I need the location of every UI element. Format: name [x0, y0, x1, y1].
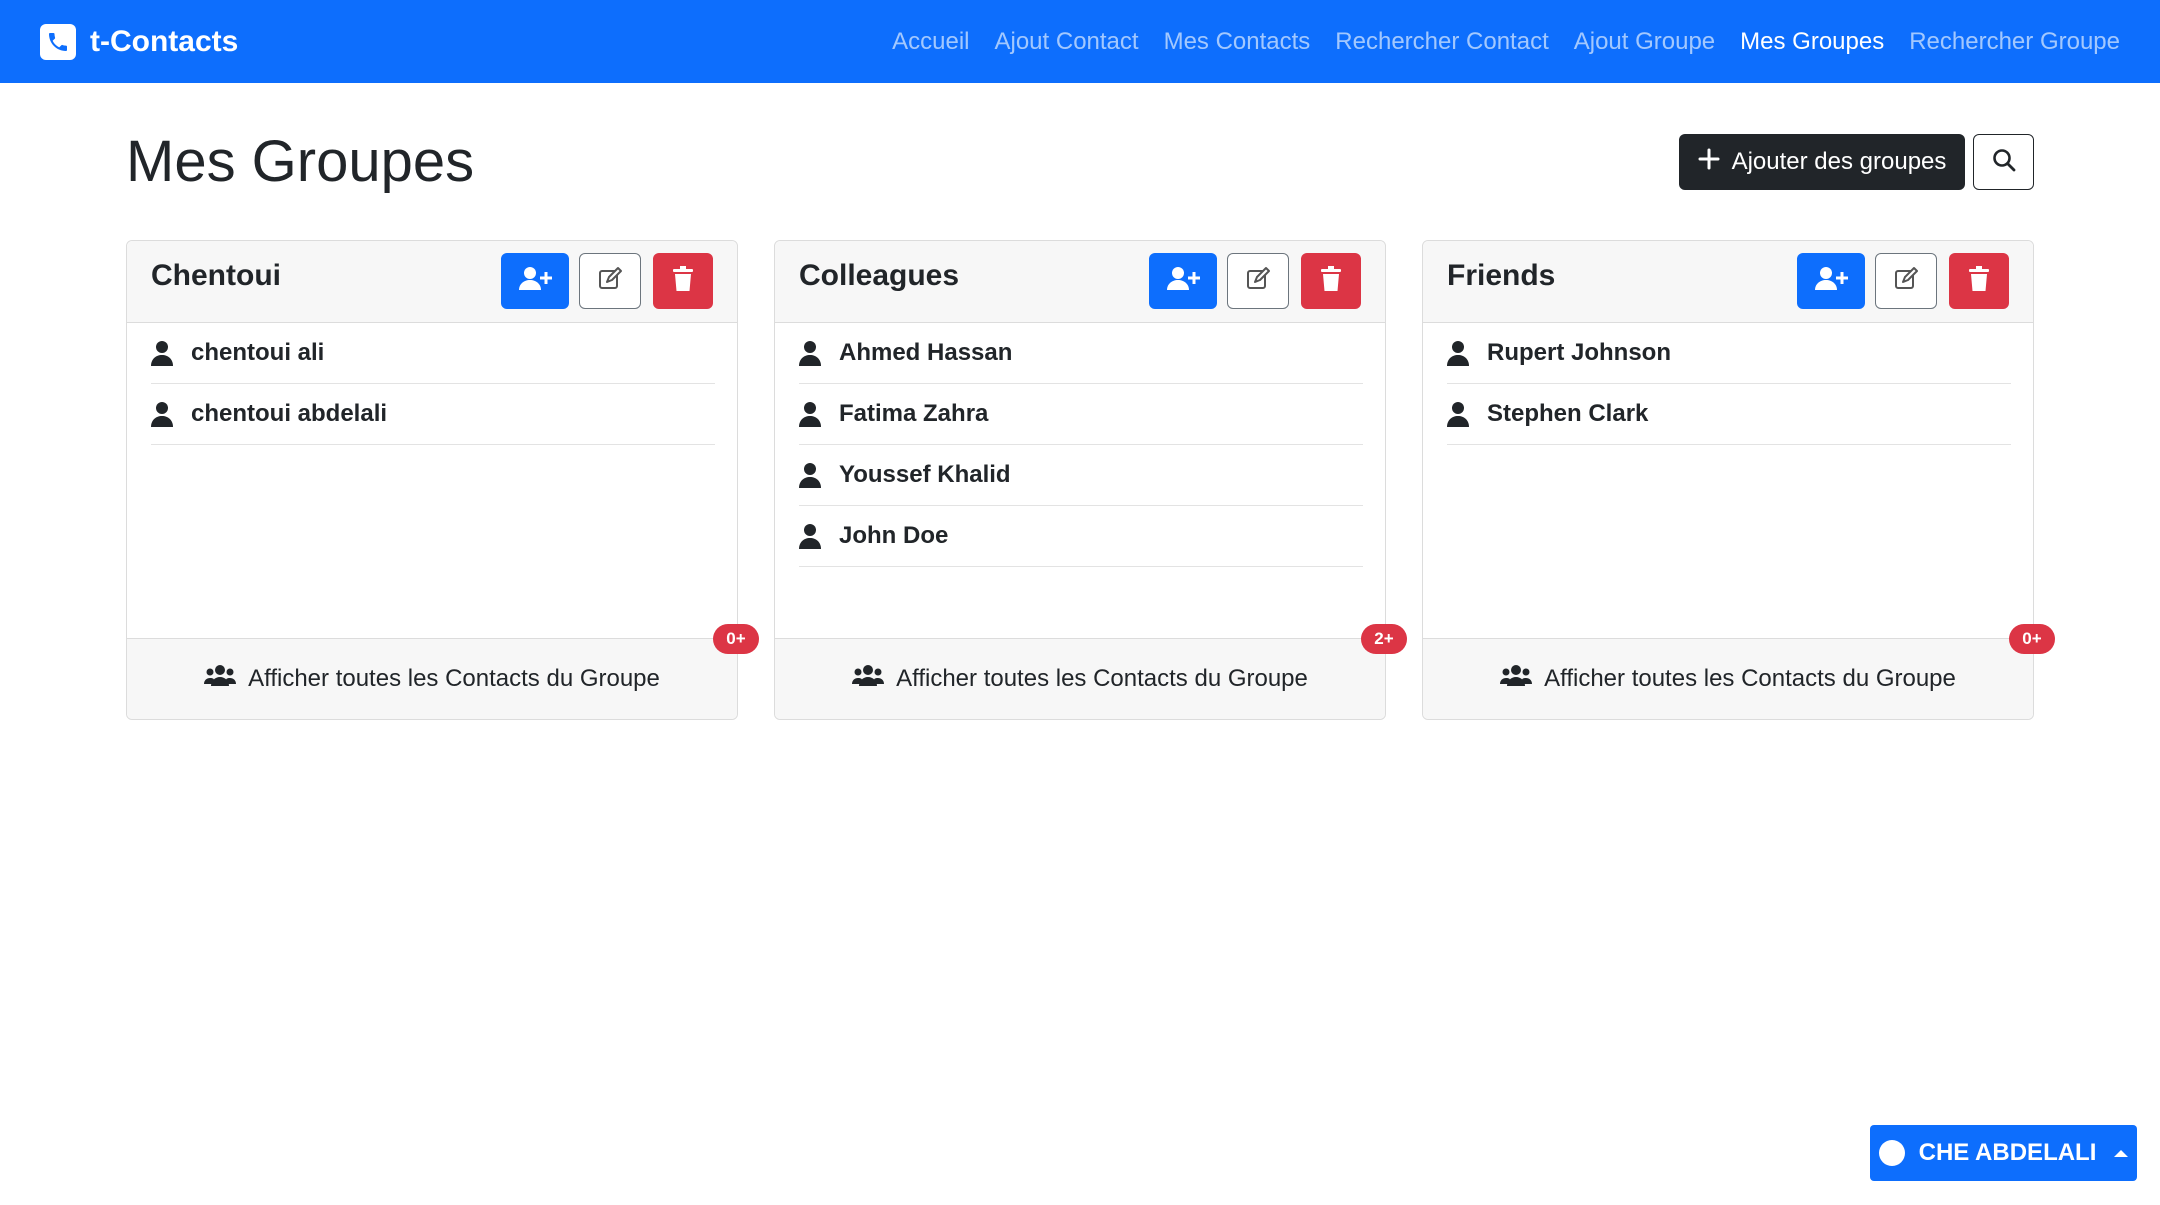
member-item[interactable]: Youssef Khalid — [799, 445, 1363, 506]
user-icon — [799, 340, 821, 366]
member-item[interactable]: chentoui abdelali — [151, 384, 715, 445]
member-name: Fatima Zahra — [839, 400, 989, 427]
edit-icon — [1893, 266, 1919, 297]
user-icon — [799, 462, 821, 488]
add-member-button[interactable] — [501, 253, 569, 309]
edit-group-button[interactable] — [1227, 253, 1289, 309]
nav-mes-contacts[interactable]: Mes Contacts — [1164, 28, 1311, 56]
delete-group-button[interactable] — [1949, 253, 2009, 309]
edit-icon — [597, 266, 623, 297]
user-plus-icon — [518, 266, 552, 297]
show-all-contacts-link[interactable]: Afficher toutes les Contacts du Groupe — [775, 638, 1385, 719]
group-card: Chentoui chentoui ali chentoui abdelali Aff… — [126, 240, 738, 720]
user-icon — [799, 401, 821, 427]
user-menu-button[interactable]: CHE ABDELALI — [1870, 1125, 2137, 1181]
nav-ajout-contact[interactable]: Ajout Contact — [994, 28, 1138, 56]
count-badge: 0+ — [2009, 624, 2055, 654]
show-all-contacts-link[interactable]: Afficher toutes les Contacts du Groupe — [127, 638, 737, 719]
user-icon — [151, 401, 173, 427]
member-name: Youssef Khalid — [839, 461, 1011, 488]
top-navbar: t-Contacts Accueil Ajout Contact Mes Con… — [0, 0, 2160, 83]
group-title: Colleagues — [799, 259, 960, 292]
nav-mes-groupes[interactable]: Mes Groupes — [1740, 28, 1884, 56]
users-icon — [852, 664, 885, 695]
member-item[interactable]: Rupert Johnson — [1447, 323, 2011, 384]
member-name: chentoui abdelali — [191, 400, 388, 427]
member-item[interactable]: chentoui ali — [151, 323, 715, 384]
user-icon — [1447, 340, 1469, 366]
add-groups-label: Ajouter des groupes — [1731, 148, 1947, 175]
member-name: Rupert Johnson — [1487, 339, 1671, 366]
phone-icon — [40, 23, 76, 60]
show-all-contacts-link[interactable]: Afficher toutes les Contacts du Groupe — [1423, 638, 2033, 719]
nav-rechercher-groupe[interactable]: Rechercher Groupe — [1909, 28, 2120, 56]
group-card-header: Colleagues — [775, 241, 1385, 323]
member-item[interactable]: Stephen Clark — [1447, 384, 2011, 445]
delete-group-button[interactable] — [1301, 253, 1361, 309]
nav-ajout-groupe[interactable]: Ajout Groupe — [1574, 28, 1715, 56]
edit-group-button[interactable] — [579, 253, 641, 309]
user-avatar-icon — [1878, 1140, 1905, 1166]
plus-icon — [1698, 148, 1720, 177]
group-card: Friends Rupert Johnson Stephen Clark Affich… — [1422, 240, 2034, 720]
show-all-contacts-label: Afficher toutes les Contacts du Groupe — [248, 665, 660, 692]
edit-icon — [1245, 266, 1271, 297]
search-icon — [1991, 147, 2017, 178]
brand-name: t-Contacts — [90, 24, 239, 58]
users-icon — [204, 664, 237, 695]
trash-icon — [1968, 265, 1990, 297]
group-title: Chentoui — [151, 259, 281, 292]
member-name: Ahmed Hassan — [839, 339, 1013, 366]
nav-accueil[interactable]: Accueil — [892, 28, 969, 56]
show-all-contacts-label: Afficher toutes les Contacts du Groupe — [1544, 665, 1956, 692]
count-badge: 0+ — [713, 624, 759, 654]
user-plus-icon — [1814, 266, 1848, 297]
group-card-header: Chentoui — [127, 241, 737, 323]
user-icon — [151, 340, 173, 366]
users-icon — [1500, 664, 1533, 695]
user-plus-icon — [1166, 266, 1200, 297]
member-item[interactable]: Fatima Zahra — [799, 384, 1363, 445]
user-icon — [799, 523, 821, 549]
trash-icon — [672, 265, 694, 297]
caret-up-icon — [2114, 1149, 2129, 1157]
member-name: John Doe — [839, 522, 949, 549]
user-icon — [1447, 401, 1469, 427]
add-groups-button[interactable]: Ajouter des groupes — [1679, 134, 1965, 190]
group-card-header: Friends — [1423, 241, 2033, 323]
member-list: Rupert Johnson Stephen Clark — [1447, 323, 2011, 445]
search-button[interactable] — [1973, 134, 2034, 190]
member-list: Ahmed Hassan Fatima Zahra Youssef Khalid Jo… — [799, 323, 1363, 567]
trash-icon — [1320, 265, 1342, 297]
add-member-button[interactable] — [1797, 253, 1865, 309]
group-title: Friends — [1447, 259, 1556, 292]
edit-group-button[interactable] — [1875, 253, 1937, 309]
count-badge: 2+ — [1361, 624, 1407, 654]
page-title: Mes Groupes — [126, 129, 475, 194]
member-item[interactable]: Ahmed Hassan — [799, 323, 1363, 384]
group-card: Colleagues Ahmed Hassan Fatima Zahra Yousse… — [774, 240, 1386, 720]
nav-rechercher-contact[interactable]: Rechercher Contact — [1335, 28, 1548, 56]
add-member-button[interactable] — [1149, 253, 1217, 309]
show-all-contacts-label: Afficher toutes les Contacts du Groupe — [896, 665, 1308, 692]
member-name: Stephen Clark — [1487, 400, 1649, 427]
member-item[interactable]: John Doe — [799, 506, 1363, 567]
user-name: CHE ABDELALI — [1918, 1139, 2097, 1166]
brand[interactable]: t-Contacts — [40, 0, 238, 83]
nav-links: Accueil Ajout Contact Mes Contacts Reche… — [892, 0, 2120, 83]
delete-group-button[interactable] — [653, 253, 713, 309]
member-list: chentoui ali chentoui abdelali — [151, 323, 715, 445]
member-name: chentoui ali — [191, 339, 325, 366]
